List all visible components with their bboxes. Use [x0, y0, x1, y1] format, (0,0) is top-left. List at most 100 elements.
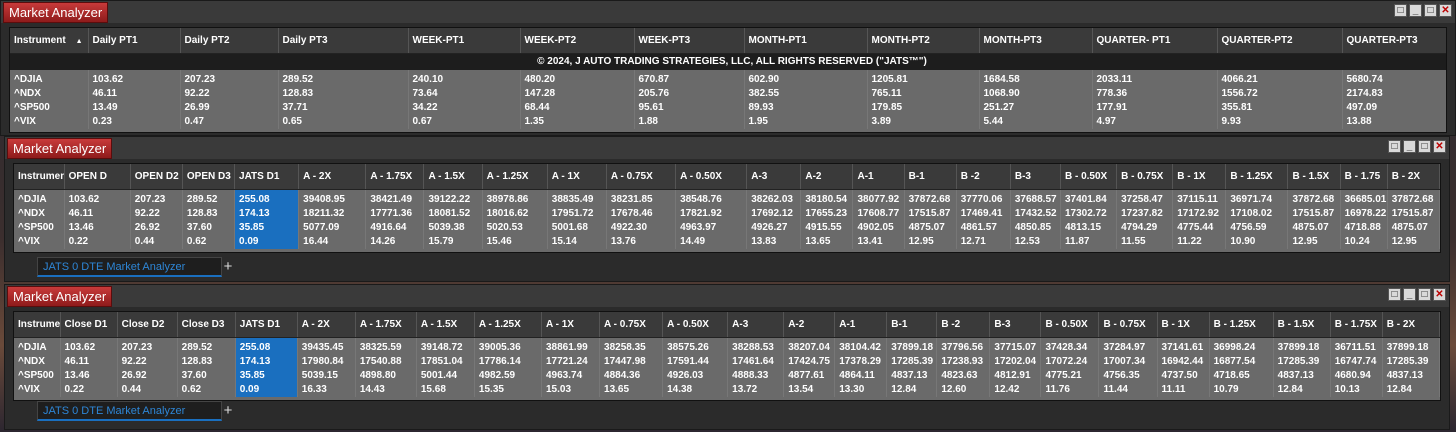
value-cell[interactable]: 355.81: [1217, 101, 1343, 115]
column-header[interactable]: Instrument: [14, 164, 65, 190]
column-header[interactable]: B - 1.75X: [1330, 312, 1383, 338]
add-tab-button[interactable]: +: [218, 257, 238, 277]
value-cell[interactable]: 12.95: [1287, 235, 1341, 249]
value-cell[interactable]: 14.26: [365, 235, 425, 249]
column-header[interactable]: B - 0.50X: [1040, 312, 1100, 338]
value-cell[interactable]: 36711.51: [1330, 337, 1383, 355]
value-cell[interactable]: 17469.41: [956, 207, 1011, 221]
value-cell[interactable]: 11.76: [1040, 383, 1100, 397]
column-header[interactable]: WEEK-PT2: [520, 28, 635, 54]
value-cell[interactable]: 17692.12: [746, 207, 802, 221]
value-cell[interactable]: 255.08: [235, 337, 298, 355]
value-cell[interactable]: 36685.01: [1340, 189, 1388, 207]
value-cell[interactable]: 0.67: [408, 115, 521, 129]
value-cell[interactable]: 13.49: [88, 101, 181, 115]
minimize-icon[interactable]: _: [1409, 4, 1422, 17]
instrument-cell[interactable]: ^SP500: [14, 221, 65, 235]
value-cell[interactable]: 4916.64: [365, 221, 425, 235]
value-cell[interactable]: 4898.80: [355, 369, 417, 383]
column-header[interactable]: B - 0.75X: [1098, 312, 1158, 338]
value-cell[interactable]: 4837.13: [886, 369, 938, 383]
value-cell[interactable]: 4718.88: [1340, 221, 1388, 235]
tab-jats-0dte[interactable]: JATS 0 DTE Market Analyzer: [37, 401, 222, 421]
column-header[interactable]: Daily PT1: [88, 28, 181, 54]
value-cell[interactable]: 11.55: [1116, 235, 1174, 249]
value-cell[interactable]: 4888.33: [727, 369, 785, 383]
value-cell[interactable]: 5039.38: [423, 221, 483, 235]
value-cell[interactable]: 4875.07: [904, 221, 957, 235]
minimize-icon[interactable]: _: [1403, 140, 1416, 153]
column-header[interactable]: A - 0.50X: [675, 164, 748, 190]
value-cell[interactable]: 17515.87: [904, 207, 957, 221]
value-cell[interactable]: 37428.34: [1040, 337, 1100, 355]
value-cell[interactable]: 207.23: [180, 70, 279, 87]
value-cell[interactable]: 18081.52: [423, 207, 483, 221]
value-cell[interactable]: 103.62: [88, 70, 181, 87]
value-cell[interactable]: 17461.64: [727, 355, 785, 369]
value-cell[interactable]: 5001.44: [416, 369, 475, 383]
value-cell[interactable]: 11.44: [1098, 383, 1158, 397]
value-cell[interactable]: 1684.58: [979, 70, 1093, 87]
value-cell[interactable]: 179.85: [867, 101, 980, 115]
value-cell[interactable]: 38077.92: [852, 189, 905, 207]
value-cell[interactable]: 147.28: [520, 87, 635, 101]
column-header[interactable]: B - 2X: [1387, 164, 1440, 190]
value-cell[interactable]: 95.61: [634, 101, 745, 115]
value-cell[interactable]: 128.83: [177, 355, 236, 369]
value-cell[interactable]: 10.90: [1225, 235, 1289, 249]
column-header[interactable]: JATS D1: [234, 164, 300, 190]
column-header[interactable]: Instrument ▲: [10, 28, 89, 54]
table-row[interactable]: ^VIX 0.22 0.44 0.62 0.09 16.44 14.26 15.79 15.46…: [14, 235, 1440, 249]
instrument-cell[interactable]: ^VIX: [14, 383, 61, 397]
column-header[interactable]: B - 1X: [1157, 312, 1210, 338]
value-cell[interactable]: 16.44: [298, 235, 367, 249]
value-cell[interactable]: 17786.14: [474, 355, 542, 369]
value-cell[interactable]: 289.52: [278, 70, 409, 87]
column-header[interactable]: WEEK-PT3: [634, 28, 745, 54]
value-cell[interactable]: 37284.97: [1098, 337, 1158, 355]
value-cell[interactable]: 13.65: [800, 235, 854, 249]
value-cell[interactable]: 174.13: [235, 355, 298, 369]
instrument-cell[interactable]: ^SP500: [14, 369, 61, 383]
value-cell[interactable]: 14.49: [675, 235, 748, 249]
column-header[interactable]: OPEN D: [64, 164, 131, 190]
value-cell[interactable]: 38421.49: [365, 189, 425, 207]
value-cell[interactable]: 4837.13: [1382, 369, 1440, 383]
instrument-cell[interactable]: ^SP500: [10, 101, 89, 115]
table-row[interactable]: ^NDX 46.11 92.22 128.83 73.64 147.28 205.76 382…: [10, 87, 1446, 101]
value-cell[interactable]: 0.22: [60, 383, 118, 397]
value-cell[interactable]: 12.84: [886, 383, 938, 397]
value-cell[interactable]: 4884.36: [599, 369, 664, 383]
column-header[interactable]: JATS D1: [235, 312, 298, 338]
value-cell[interactable]: 36971.74: [1225, 189, 1289, 207]
column-header[interactable]: A - 1.5X: [416, 312, 475, 338]
value-cell[interactable]: 289.52: [177, 337, 236, 355]
value-cell[interactable]: 4850.85: [1010, 221, 1061, 235]
column-header[interactable]: A-3: [727, 312, 785, 338]
value-cell[interactable]: 4926.27: [746, 221, 802, 235]
value-cell[interactable]: 4922.30: [606, 221, 677, 235]
value-cell[interactable]: 1068.90: [979, 87, 1093, 101]
column-header[interactable]: B - 1.75: [1340, 164, 1388, 190]
value-cell[interactable]: 177.91: [1092, 101, 1218, 115]
value-cell[interactable]: 37715.07: [989, 337, 1042, 355]
column-header[interactable]: B-3: [989, 312, 1042, 338]
value-cell[interactable]: 0.47: [180, 115, 279, 129]
value-cell[interactable]: 103.62: [60, 337, 118, 355]
value-cell[interactable]: 16877.54: [1209, 355, 1274, 369]
value-cell[interactable]: 4737.50: [1157, 369, 1210, 383]
value-cell[interactable]: 10.79: [1209, 383, 1274, 397]
value-cell[interactable]: 37872.68: [1287, 189, 1341, 207]
instrument-cell[interactable]: ^VIX: [14, 235, 65, 249]
value-cell[interactable]: 73.64: [408, 87, 521, 101]
close-icon[interactable]: ✕: [1433, 140, 1446, 153]
value-cell[interactable]: 37115.11: [1172, 189, 1227, 207]
value-cell[interactable]: 17172.92: [1172, 207, 1227, 221]
value-cell[interactable]: 17202.04: [989, 355, 1042, 369]
value-cell[interactable]: 12.84: [1273, 383, 1331, 397]
value-cell[interactable]: 12.60: [936, 383, 991, 397]
table-row[interactable]: ^VIX 0.23 0.47 0.65 0.67 1.35 1.88 1.95 3.89 5.44…: [10, 115, 1446, 129]
value-cell[interactable]: 765.11: [867, 87, 980, 101]
column-header[interactable]: A-1: [834, 312, 888, 338]
column-header[interactable]: B - 2X: [1382, 312, 1440, 338]
